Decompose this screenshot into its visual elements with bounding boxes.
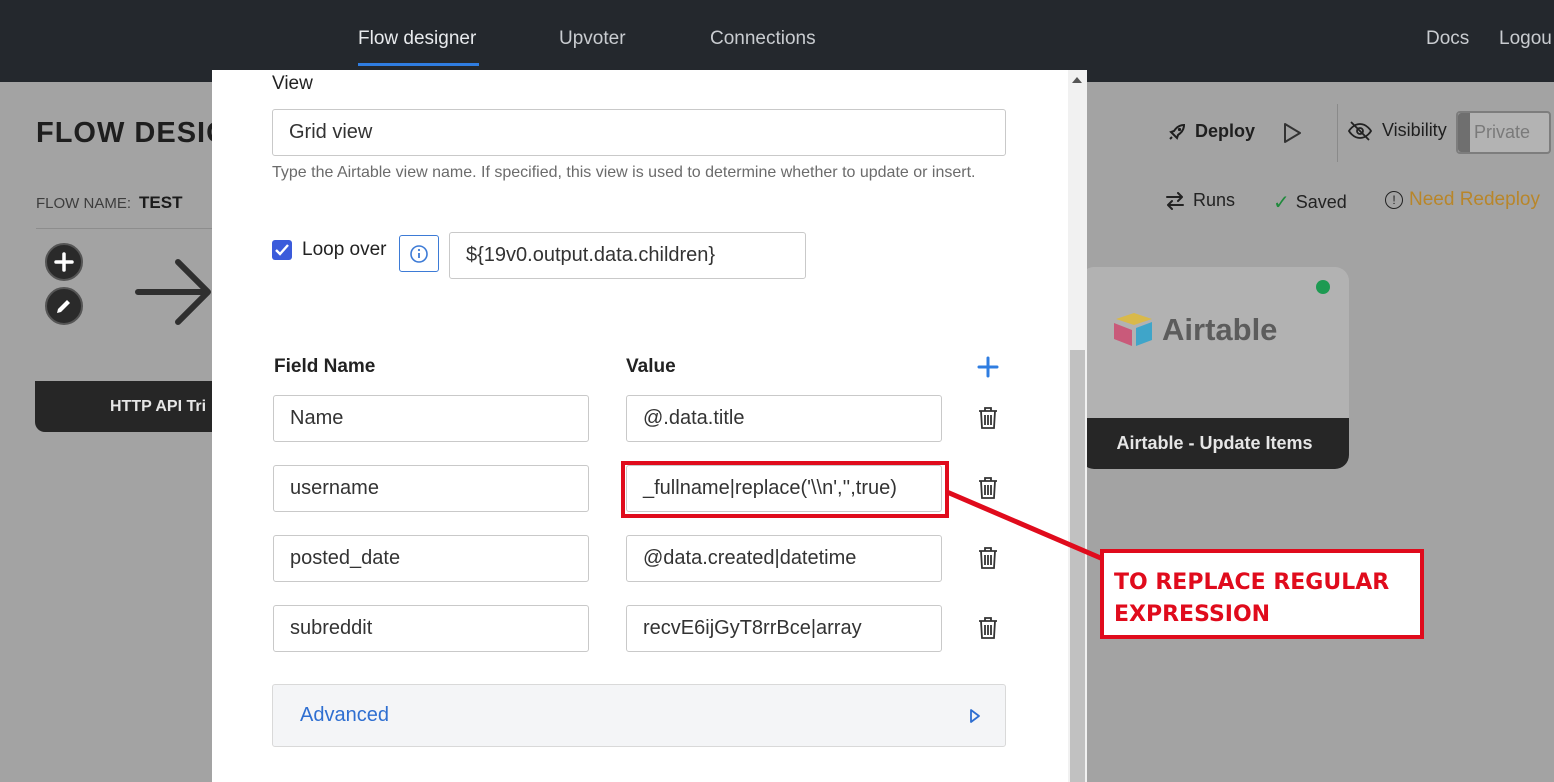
need-redeploy-status: ! Need Redeploy [1385, 189, 1540, 211]
visibility-label: Visibility [1348, 120, 1447, 141]
visibility-text: Visibility [1382, 120, 1447, 140]
toggle-knob [1458, 113, 1470, 152]
view-input[interactable]: Grid view [272, 109, 1006, 156]
field-name-input[interactable]: Name [273, 395, 589, 442]
flow-name-value: TEST [139, 193, 183, 212]
info-circle-icon: ! [1385, 191, 1403, 209]
annotation-line-1: TO REPLACE REGULAR [1114, 570, 1390, 595]
arrow-right-icon [135, 259, 211, 325]
advanced-label: Advanced [300, 704, 389, 726]
flow-name: FLOW NAME: TEST [36, 193, 182, 213]
add-node-button[interactable] [45, 243, 83, 281]
nav-flow-designer[interactable]: Flow designer [358, 28, 476, 50]
field-value-input[interactable]: recvE6ijGyT8rrBce|array [626, 605, 942, 652]
divider [36, 228, 216, 229]
info-icon [410, 244, 428, 263]
value-header: Value [626, 356, 676, 377]
scrollbar-thumb[interactable] [1070, 350, 1085, 782]
view-label: View [272, 73, 313, 94]
advanced-section-toggle[interactable]: Advanced [272, 684, 1006, 747]
page-title: FLOW DESIG [36, 117, 230, 149]
field-name-input[interactable]: subreddit [273, 605, 589, 652]
field-value-input[interactable]: @data.created|datetime [626, 535, 942, 582]
edit-node-button[interactable] [45, 287, 83, 325]
add-field-button[interactable] [976, 355, 1000, 379]
airtable-logo-text: Airtable [1162, 312, 1278, 347]
loop-over-input[interactable]: ${19v0.output.data.children} [449, 232, 806, 279]
swap-arrows-icon [1166, 191, 1184, 210]
trash-icon[interactable] [977, 616, 999, 640]
checkmark-icon [275, 244, 289, 256]
chevron-right-icon [970, 709, 980, 723]
rocket-icon [1169, 123, 1186, 140]
airtable-node[interactable]: Airtable Airtable - Update Items [1080, 267, 1349, 469]
check-icon: ✓ [1273, 192, 1290, 214]
flow-name-label: FLOW NAME: [36, 195, 132, 212]
nav-active-underline [358, 63, 479, 66]
runs-label: Runs [1193, 190, 1236, 210]
saved-status: ✓ Saved [1273, 190, 1347, 215]
status-dot [1316, 280, 1330, 294]
http-trigger-node[interactable]: HTTP API Tri [35, 381, 225, 432]
nav-docs[interactable]: Docs [1426, 28, 1469, 50]
saved-label: Saved [1295, 192, 1347, 212]
visibility-state: Private [1474, 122, 1531, 142]
deploy-button[interactable]: Deploy [1167, 121, 1255, 142]
annotation-note: TO REPLACE REGULAR EXPRESSION [1100, 549, 1424, 639]
annotation-line-2: EXPRESSION [1114, 602, 1271, 627]
field-value-input[interactable]: @.data.title [626, 395, 942, 442]
airtable-node-title: Airtable - Update Items [1080, 418, 1349, 469]
deploy-label: Deploy [1195, 121, 1256, 141]
nav-upvoter[interactable]: Upvoter [559, 28, 626, 50]
field-name-input[interactable]: username [273, 465, 589, 512]
annotation-highlight-box [621, 461, 949, 518]
airtable-logo-icon [1114, 313, 1152, 346]
play-icon[interactable] [1280, 121, 1304, 145]
pencil-icon [57, 300, 70, 313]
nav-connections[interactable]: Connections [710, 28, 816, 50]
plus-icon [54, 252, 74, 272]
scroll-up-arrow[interactable] [1072, 77, 1082, 83]
trash-icon[interactable] [977, 546, 999, 570]
loop-over-label: Loop over [302, 239, 387, 260]
view-help-text: Type the Airtable view name. If specifie… [272, 164, 976, 181]
trash-icon[interactable] [977, 476, 999, 500]
trash-icon[interactable] [977, 406, 999, 430]
loop-info-button[interactable] [399, 235, 439, 272]
airtable-logo: Airtable [1112, 311, 1277, 349]
nav-logout[interactable]: Logou [1499, 28, 1552, 50]
toolbar-separator [1337, 104, 1338, 162]
runs-button[interactable]: Runs [1165, 190, 1235, 211]
field-name-input[interactable]: posted_date [273, 535, 589, 582]
visibility-toggle[interactable]: Private [1456, 111, 1551, 154]
eye-off-icon [1348, 120, 1372, 141]
need-redeploy-label: Need Redeploy [1409, 189, 1540, 210]
loop-over-checkbox[interactable] [272, 240, 292, 260]
field-name-header: Field Name [274, 356, 376, 377]
